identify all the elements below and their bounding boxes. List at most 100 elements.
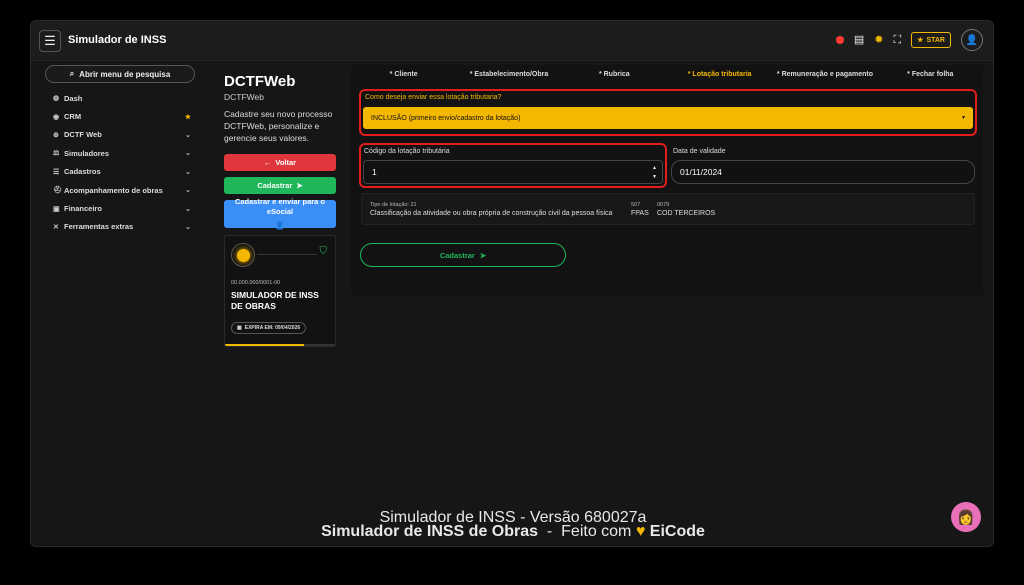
tab-2[interactable]: * Rubrica: [562, 65, 667, 83]
company-cnpj: 00.000.000/0001-00: [231, 280, 281, 286]
star-button[interactable]: ★ STAR: [911, 32, 951, 48]
validity-label: Data de validade: [673, 148, 726, 155]
chevron-down-icon: ⌄: [185, 205, 191, 213]
code-input[interactable]: 1 ▲ ▼: [363, 160, 663, 184]
save-and-send-esocial-button[interactable]: Cadastrar e enviar para o eSocial 👤: [224, 197, 336, 230]
footer-author: EiCode: [649, 523, 705, 540]
company-card: ⛉ 00.000.000/0001-00 SIMULADOR DE INSS D…: [224, 235, 336, 347]
sidebar-item-dctf-web[interactable]: ⊕ DCTF Web ⌄: [45, 126, 197, 144]
fpas-label: FPAS: [631, 210, 649, 217]
hamburger-menu-button[interactable]: ☰: [39, 30, 61, 52]
dashboard-icon: ◍: [53, 95, 60, 103]
sidebar-item-label: CRM: [64, 112, 82, 122]
sun-icon[interactable]: ✹: [874, 34, 883, 46]
heart-icon: ♥: [635, 523, 646, 540]
sidebar-nav: ◍ Dash ◉ CRM ★ ⊕ DCTF Web ⌄ ⚖ Simuladores ⌄ ☰ Cadast…: [45, 89, 197, 236]
sidebar-item-label: DCTF Web: [64, 130, 102, 140]
fullscreen-icon[interactable]: ⛶: [893, 34, 901, 46]
verified-badge-icon: ⛉: [319, 246, 328, 257]
footer-brand: Simulador de INSS de Obras: [321, 523, 539, 540]
code-label: Código da lotação tributária: [364, 148, 450, 155]
chevron-down-icon: ⌄: [185, 131, 191, 139]
tab-4[interactable]: * Remuneração e pagamento: [772, 65, 877, 83]
money-icon: ▣: [53, 205, 60, 213]
user-icon: 👤: [275, 221, 285, 230]
submit-button[interactable]: Cadastrar ➤: [360, 243, 566, 267]
terceiros-code: 0079: [657, 202, 670, 208]
hamburger-icon: ☰: [44, 33, 56, 48]
sidebar-item-label: Acompanhamento de obras: [64, 185, 163, 195]
sidebar-item-dash[interactable]: ◍ Dash: [45, 89, 197, 107]
star-icon: ★: [917, 37, 924, 44]
search-icon: ⌕: [69, 69, 75, 78]
top-bar: ☰ Simulador de INSS ▤ ✹ ⛶ ★ STAR 👤: [31, 21, 993, 61]
footer-separator: -: [546, 523, 553, 540]
wizard-tabs: * Cliente * Estabelecimento/Obra * Rubrica…: [351, 65, 983, 83]
page-header-panel: DCTFWeb DCTFWeb Cadastre seu novo proces…: [224, 73, 336, 347]
tab-5[interactable]: * Fechar folha: [878, 65, 983, 83]
profile-button[interactable]: 👤: [961, 29, 983, 51]
sidebar-item-simuladores[interactable]: ⚖ Simuladores ⌄: [45, 144, 197, 162]
save-button[interactable]: Cadastrar ➤: [224, 177, 336, 194]
sidebar-item-crm[interactable]: ◉ CRM ★: [45, 107, 197, 125]
footer-made-with: Feito com: [561, 523, 632, 540]
sidebar-item-label: Cadastros: [64, 167, 101, 177]
caret-down-icon: ▼: [961, 115, 966, 121]
sidebar-item-financeiro[interactable]: ▣ Financeiro ⌄: [45, 199, 197, 217]
sun-logo-icon: [236, 248, 250, 262]
company-logo: [231, 243, 255, 267]
page-description: Cadastre seu novo processo DCTFWeb, pers…: [224, 109, 333, 143]
license-progress-fill: [225, 344, 305, 346]
list-icon: ☰: [53, 168, 60, 176]
send-type-select[interactable]: INCLUSÃO (primeiro envio/cadastro da lot…: [363, 107, 973, 129]
sidebar-item-label: Financeiro: [64, 204, 102, 214]
lotacao-info-box: Tipo de lotação: 21 Classificação da ati…: [361, 193, 975, 225]
scale-icon: ⚖: [53, 150, 60, 158]
worker-icon: ⛑: [53, 187, 62, 195]
chevron-down-icon: ⌄: [185, 223, 191, 231]
terceiros-label: COD TERCEIROS: [657, 210, 716, 217]
page-subtitle: DCTFWeb: [224, 92, 264, 102]
star-icon: ★: [184, 113, 191, 121]
chevron-down-icon: ⌄: [185, 168, 191, 176]
tipo-lotacao-value: Classificação da atividade ou obra própr…: [370, 210, 613, 217]
sidebar-item-ferramentas-extras[interactable]: ✕ Ferramentas extras ⌄: [45, 218, 197, 236]
avatar-face-icon: 👩: [957, 508, 975, 525]
arrow-left-icon: ←: [263, 158, 272, 167]
company-name: SIMULADOR DE INSS DE OBRAS: [231, 290, 319, 311]
crm-icon: ◉: [53, 113, 60, 121]
tab-0[interactable]: * Cliente: [351, 65, 456, 83]
validity-date-input[interactable]: 01/11/2024: [671, 160, 975, 184]
record-icon[interactable]: [835, 36, 844, 44]
page-title: DCTFWeb: [224, 73, 296, 90]
app-title: Simulador de INSS: [68, 34, 167, 46]
topbar-actions: ▤ ✹ ⛶ ★ STAR 👤: [835, 29, 983, 51]
number-stepper-icon[interactable]: ▲ ▼: [652, 164, 657, 182]
license-progress-bar: [225, 344, 335, 346]
sidebar-item-acompanhamento-de-obras[interactable]: ⛑ Acompanhamento de obras ⌄: [45, 181, 197, 199]
chevron-down-icon: ⌄: [185, 187, 191, 195]
sidebar-item-label: Simuladores: [64, 148, 110, 158]
send-icon: ➤: [479, 250, 487, 260]
send-type-label: Como deseja enviar essa lotação tributar…: [365, 94, 502, 101]
tab-3[interactable]: * Lotação tributaria: [667, 65, 772, 83]
globe-icon: ⊕: [53, 131, 59, 139]
sidebar-item-label: Ferramentas extras: [64, 222, 134, 232]
tipo-lotacao-label: Tipo de lotação: 21: [370, 202, 417, 208]
tab-1[interactable]: * Estabelecimento/Obra: [456, 65, 561, 83]
back-button[interactable]: ← Voltar: [224, 154, 336, 171]
assistant-avatar[interactable]: 👩: [951, 502, 981, 532]
sidebar-item-cadastros[interactable]: ☰ Cadastros ⌄: [45, 163, 197, 181]
expiry-badge: ▦ EXPIRA EM: 09/04/2026: [231, 322, 307, 334]
footer-credits: Simulador de INSS de Obras - Feito com ♥…: [31, 523, 993, 541]
chevron-down-icon: ⌄: [185, 150, 191, 158]
search-menu-button[interactable]: ⌕ Abrir menu de pesquisa: [45, 65, 195, 83]
fpas-code: 507: [631, 202, 641, 208]
circuit-decoration: [257, 254, 317, 255]
sidebar-item-label: Dash: [64, 93, 83, 103]
tools-icon: ✕: [53, 223, 59, 231]
document-icon[interactable]: ▤: [854, 34, 864, 46]
send-icon: ➤: [296, 181, 303, 190]
app-window: ☰ Simulador de INSS ▤ ✹ ⛶ ★ STAR 👤 ⌕ Abri…: [30, 20, 994, 547]
user-icon: 👤: [965, 34, 979, 46]
